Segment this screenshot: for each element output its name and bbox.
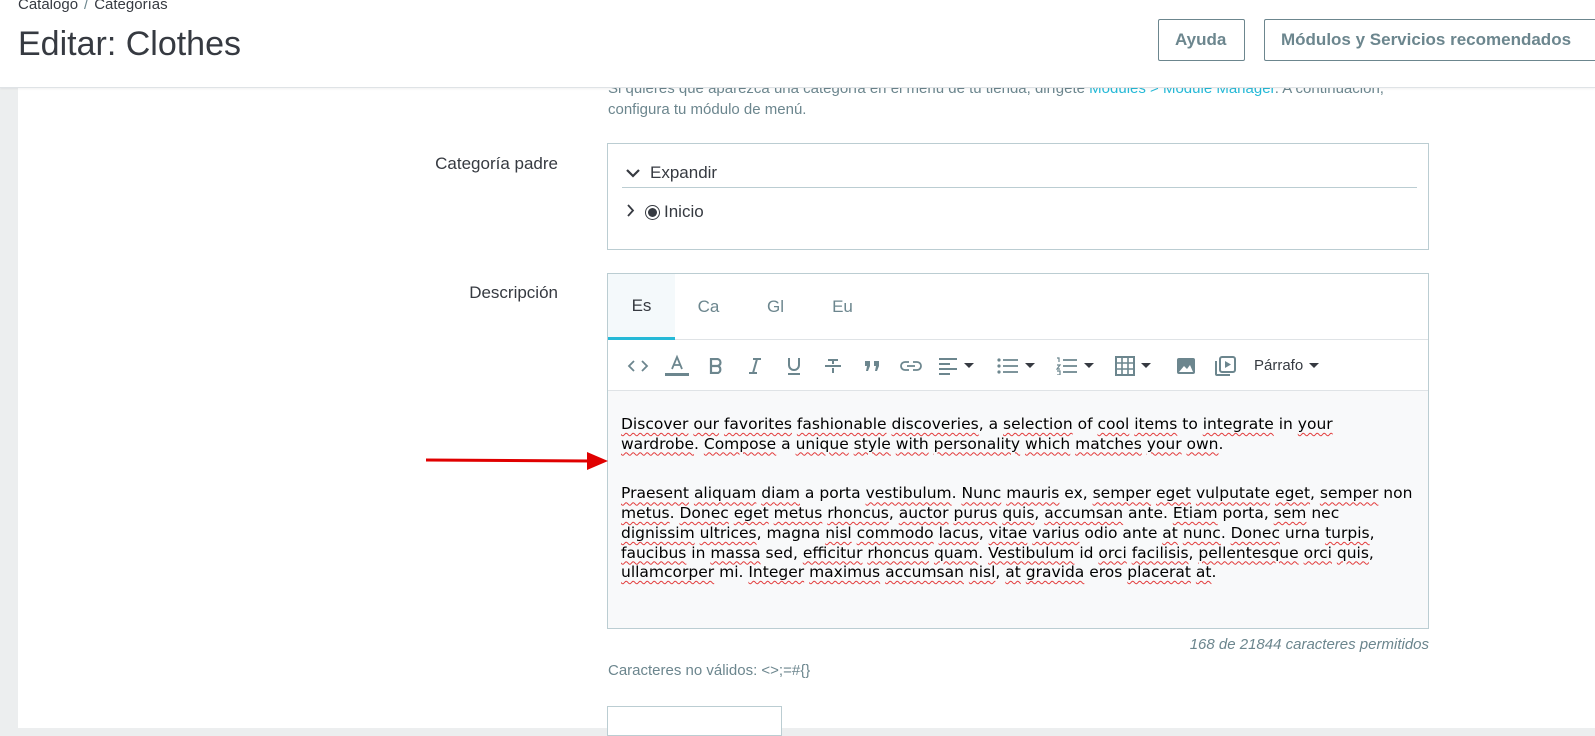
bullet-list-icon[interactable]	[989, 348, 1048, 384]
annotation-arrow	[425, 452, 608, 470]
breadcrumb-categories[interactable]: Categorías	[94, 0, 167, 13]
tab-ca[interactable]: Ca	[675, 274, 742, 340]
help-button[interactable]: Ayuda	[1158, 19, 1245, 61]
underline-icon[interactable]	[774, 348, 813, 384]
link-icon[interactable]	[891, 348, 930, 384]
tab-es[interactable]: Es	[608, 274, 675, 340]
tab-eu[interactable]: Eu	[809, 274, 876, 340]
editor-content[interactable]: Discover our favorites fashionable disco…	[608, 391, 1428, 628]
bold-icon[interactable]	[696, 348, 735, 384]
char-count: 168 de 21844 caracteres permitidos	[1189, 636, 1429, 653]
description-paragraph-2: Praesent aliquam diam a porta vestibulum…	[621, 484, 1413, 582]
chevron-down-icon	[1084, 363, 1094, 368]
tree-node-root[interactable]: Inicio	[626, 202, 704, 222]
expand-label: Expandir	[650, 162, 718, 182]
chevron-down-icon	[626, 163, 640, 183]
code-icon[interactable]	[618, 348, 657, 384]
invalid-chars-hint: Caracteres no válidos: <>;=#{}	[608, 662, 811, 679]
format-select-label: Párrafo	[1254, 357, 1304, 374]
italic-icon[interactable]	[735, 348, 774, 384]
description-editor: Es Ca Gl Eu Párrafo Discover our favorit…	[607, 273, 1429, 629]
category-tree: Expandir Inicio	[607, 143, 1429, 250]
tree-expand-toggle[interactable]: Expandir	[622, 158, 1417, 188]
blockquote-icon[interactable]	[852, 348, 891, 384]
next-field-partial[interactable]	[607, 706, 782, 736]
page-header: Catálogo / Categorías Editar: Clothes Ayud…	[0, 0, 1595, 88]
chevron-down-icon	[1309, 363, 1320, 368]
chevron-right-icon[interactable]	[626, 202, 635, 222]
image-icon[interactable]	[1166, 348, 1205, 384]
description-label: Descripción	[469, 283, 558, 302]
chevron-down-icon	[1141, 363, 1151, 368]
tab-gl[interactable]: Gl	[742, 274, 809, 340]
parent-category-label: Categoría padre	[435, 154, 558, 173]
root-label: Inicio	[664, 202, 704, 221]
strikethrough-icon[interactable]	[813, 348, 852, 384]
table-icon[interactable]	[1107, 348, 1166, 384]
breadcrumb: Catálogo / Categorías	[18, 0, 168, 13]
language-tabs: Es Ca Gl Eu	[608, 274, 1428, 340]
numbered-list-icon[interactable]	[1048, 348, 1107, 384]
align-icon[interactable]	[930, 348, 989, 384]
chevron-down-icon	[1025, 363, 1035, 368]
editor-toolbar: Párrafo	[608, 341, 1428, 391]
chevron-down-icon	[964, 363, 974, 368]
breadcrumb-catalog[interactable]: Catálogo	[18, 0, 78, 13]
format-select[interactable]: Párrafo	[1244, 348, 1320, 384]
breadcrumb-separator: /	[84, 0, 89, 13]
recommended-modules-button[interactable]: Módulos y Servicios recomendados	[1264, 19, 1595, 61]
media-icon[interactable]	[1205, 348, 1244, 384]
description-paragraph-1: Discover our favorites fashionable disco…	[621, 415, 1333, 453]
page-title: Editar: Clothes	[18, 25, 241, 63]
text-color-icon[interactable]	[657, 348, 696, 384]
root-radio[interactable]	[645, 204, 660, 220]
